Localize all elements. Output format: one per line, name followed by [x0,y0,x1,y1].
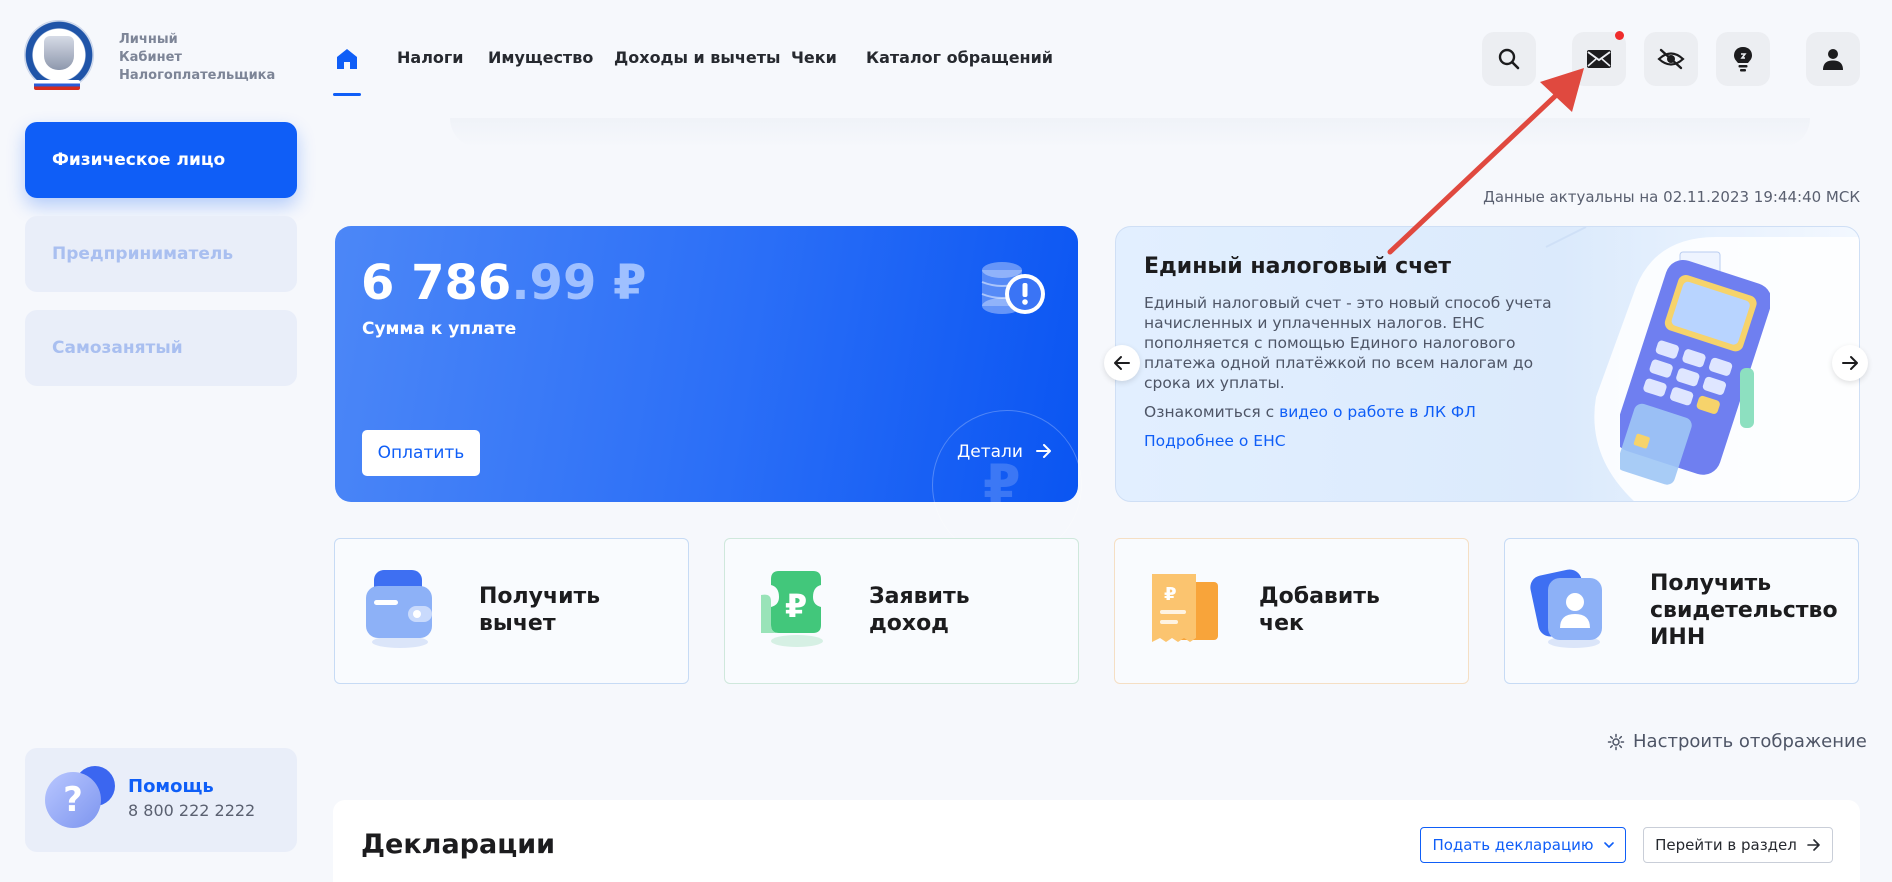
action-line: Заявить [869,584,970,609]
action-title: Получить вычет [479,583,600,637]
details-label: Детали [957,442,1023,462]
action-line: Получить [1650,571,1772,596]
amount-due: 6 786.99 ₽ [361,255,646,311]
help-phone: 8 800 222 2222 [128,801,256,820]
submit-declaration-label: Подать декларацию [1432,836,1594,854]
eagle-emblem-icon [44,36,74,70]
customize-view-label: Настроить отображение [1633,731,1867,752]
nav-requests-catalog[interactable]: Каталог обращений [866,48,1053,67]
goto-section-button[interactable]: Перейти в раздел [1643,827,1833,863]
chevron-down-icon [1603,842,1614,848]
header-shadow [450,118,1810,148]
amount-label: Сумма к уплате [362,319,517,339]
ruble-ticket-icon: ₽ [761,571,823,647]
user-icon [1823,49,1843,70]
action-line: свидетельство [1650,598,1838,623]
home-icon [337,49,357,69]
action-line: Получить [479,584,601,609]
action-line: ИНН [1650,625,1706,650]
action-title: Заявить доход [869,583,970,637]
ens-description: Единый налоговый счет - это новый способ… [1144,294,1552,392]
nav-taxes[interactable]: Налоги [397,48,463,67]
arrow-left-icon [1114,356,1130,370]
ens-more-link[interactable]: Подробнее о ЕНС [1144,432,1286,450]
action-line: чек [1259,611,1304,636]
id-card-icon [1530,569,1602,648]
logo-line: Налогоплательщика [119,68,276,83]
arrow-right-icon [1036,444,1052,458]
nav-home[interactable] [333,45,361,73]
pay-button[interactable]: Оплатить [362,430,480,476]
sidebar-item-self-employed[interactable]: Самозанятый [25,310,297,386]
goto-section-label: Перейти в раздел [1655,836,1797,854]
nav-income-deductions[interactable]: Доходы и вычеты [614,48,780,67]
hide-amounts-button[interactable] [1644,32,1698,86]
submit-declaration-button[interactable]: Подать декларацию [1420,827,1626,863]
customize-view-button[interactable]: Настроить отображение [1607,731,1867,752]
action-line: доход [869,611,949,636]
flag-ribbon-icon [34,80,80,90]
nav-property[interactable]: Имущество [488,48,593,67]
logo-line: Личный [119,32,178,47]
payment-terminal-icon [1620,251,1770,485]
sidebar-item-entrepreneur[interactable]: Предприниматель [25,216,297,292]
help-title[interactable]: Помощь [128,776,214,797]
profile-button[interactable] [1806,32,1860,86]
ens-link-prefix: Ознакомиться с [1144,403,1280,421]
action-line: вычет [479,611,556,636]
receipt-icon: ₽ [1152,574,1218,642]
coins-alert-icon [981,262,1045,314]
logo-title[interactable]: Личный Кабинет Налогоплательщика [119,31,276,85]
svg-text:₽: ₽ [1164,584,1177,605]
action-title: Получить свидетельство ИНН [1650,570,1838,651]
logo-line: Кабинет [119,50,182,65]
declarations-panel [333,800,1860,882]
declarations-title: Декларации [361,829,556,860]
action-line: Добавить [1259,584,1380,609]
gear-icon [1607,733,1625,750]
annotation-arrow-icon [1387,68,1584,255]
notification-dot [1615,31,1624,40]
ens-video-link[interactable]: видео о работе в ЛК ФЛ [1279,403,1476,421]
amount-decimal: .99 ₽ [511,255,647,311]
arrow-right-icon [1842,356,1858,370]
ruble-watermark-icon: ₽ [983,453,1021,516]
carousel-prev-button[interactable] [1104,345,1140,381]
lightbulb-icon [1734,47,1752,72]
eye-off-icon [1657,48,1685,70]
amount-integer: 6 786 [361,255,512,311]
nav-receipts[interactable]: Чеки [791,48,837,67]
details-link[interactable]: Детали [957,442,1052,462]
nav-active-indicator [333,93,361,96]
action-title: Добавить чек [1259,583,1380,637]
tips-button[interactable] [1716,32,1770,86]
sidebar-item-individual[interactable]: Физическое лицо [25,122,297,198]
wallet-icon [366,570,432,648]
svg-text:₽: ₽ [785,587,807,625]
question-icon: ? [45,772,101,828]
carousel-next-button[interactable] [1832,345,1868,381]
ens-video-row: Ознакомиться с видео о работе в ЛК ФЛ [1144,403,1476,421]
arrow-right-icon [1807,839,1820,851]
